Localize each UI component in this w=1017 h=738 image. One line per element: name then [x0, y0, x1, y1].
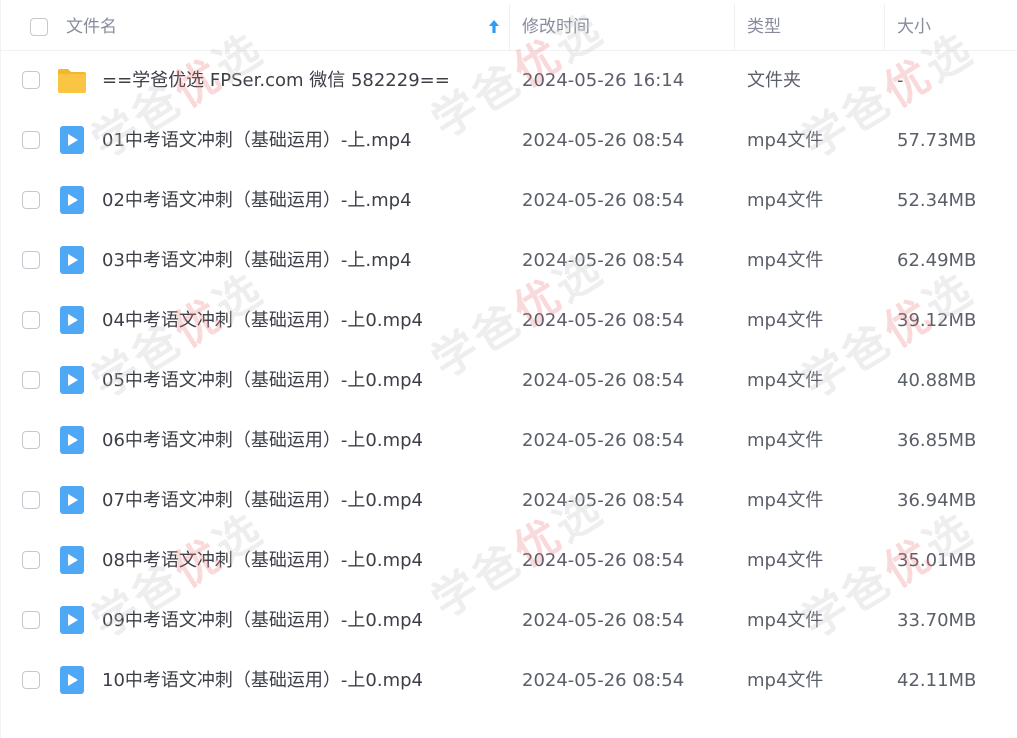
- file-row[interactable]: 04中考语文冲刺（基础运用）-上0.mp4 2024-05-26 08:54 mp4…: [0, 291, 1017, 351]
- column-header: 文件名 修改时间 类型 大小: [0, 0, 1017, 51]
- header-separator: [509, 4, 510, 50]
- file-name[interactable]: 03中考语文冲刺（基础运用）-上.mp4: [102, 231, 412, 291]
- file-row[interactable]: 06中考语文冲刺（基础运用）-上0.mp4 2024-05-26 08:54 mp4…: [0, 411, 1017, 471]
- column-time-header[interactable]: 修改时间: [522, 0, 590, 50]
- modified-time: 2024-05-26 08:54: [522, 490, 685, 511]
- row-checkbox[interactable]: [22, 311, 40, 329]
- video-file-icon: [57, 365, 87, 395]
- modified-time: 2024-05-26 08:54: [522, 370, 685, 391]
- file-type: mp4文件: [747, 610, 824, 631]
- header-separator: [734, 4, 735, 50]
- column-size-header[interactable]: 大小: [897, 0, 931, 50]
- file-row[interactable]: 10中考语文冲刺（基础运用）-上0.mp4 2024-05-26 08:54 mp4…: [0, 651, 1017, 711]
- file-type: mp4文件: [747, 190, 824, 211]
- modified-time: 2024-05-26 08:54: [522, 310, 685, 331]
- file-size: 40.88MB: [897, 370, 977, 391]
- file-name[interactable]: 05中考语文冲刺（基础运用）-上0.mp4: [102, 351, 423, 411]
- header-separator: [884, 4, 885, 50]
- row-checkbox[interactable]: [22, 491, 40, 509]
- modified-time: 2024-05-26 08:54: [522, 610, 685, 631]
- column-type-header[interactable]: 类型: [747, 0, 781, 50]
- column-name-header[interactable]: 文件名: [66, 0, 117, 50]
- file-size: 35.01MB: [897, 550, 977, 571]
- row-checkbox[interactable]: [22, 431, 40, 449]
- video-file-icon: [57, 485, 87, 515]
- file-type: mp4文件: [747, 250, 824, 271]
- file-size: 57.73MB: [897, 130, 977, 151]
- file-name[interactable]: 01中考语文冲刺（基础运用）-上.mp4: [102, 111, 412, 171]
- select-all-checkbox[interactable]: [30, 18, 48, 36]
- file-size: 52.34MB: [897, 190, 977, 211]
- video-file-icon: [57, 605, 87, 635]
- row-checkbox[interactable]: [22, 371, 40, 389]
- modified-time: 2024-05-26 16:14: [522, 70, 685, 91]
- row-checkbox[interactable]: [22, 671, 40, 689]
- file-type: mp4文件: [747, 130, 824, 151]
- video-file-icon: [57, 245, 87, 275]
- file-name[interactable]: ==学爸优选 FPSer.com 微信 582229==: [102, 51, 450, 111]
- file-name[interactable]: 09中考语文冲刺（基础运用）-上0.mp4: [102, 591, 423, 651]
- file-size: 36.94MB: [897, 490, 977, 511]
- file-name[interactable]: 04中考语文冲刺（基础运用）-上0.mp4: [102, 291, 423, 351]
- modified-time: 2024-05-26 08:54: [522, 190, 685, 211]
- modified-time: 2024-05-26 08:54: [522, 550, 685, 571]
- video-file-icon: [57, 125, 87, 155]
- row-checkbox[interactable]: [22, 551, 40, 569]
- file-row[interactable]: 02中考语文冲刺（基础运用）-上.mp4 2024-05-26 08:54 mp4文…: [0, 171, 1017, 231]
- modified-time: 2024-05-26 08:54: [522, 430, 685, 451]
- modified-time: 2024-05-26 08:54: [522, 670, 685, 691]
- video-file-icon: [57, 425, 87, 455]
- file-name[interactable]: 06中考语文冲刺（基础运用）-上0.mp4: [102, 411, 423, 471]
- file-row[interactable]: ==学爸优选 FPSer.com 微信 582229== 2024-05-26 1…: [0, 51, 1017, 111]
- file-row[interactable]: 01中考语文冲刺（基础运用）-上.mp4 2024-05-26 08:54 mp4文…: [0, 111, 1017, 171]
- video-file-icon: [57, 305, 87, 335]
- file-size: 39.12MB: [897, 310, 977, 331]
- row-checkbox[interactable]: [22, 611, 40, 629]
- file-type: mp4文件: [747, 670, 824, 691]
- file-size: 33.70MB: [897, 610, 977, 631]
- file-row[interactable]: 03中考语文冲刺（基础运用）-上.mp4 2024-05-26 08:54 mp4文…: [0, 231, 1017, 291]
- file-name[interactable]: 10中考语文冲刺（基础运用）-上0.mp4: [102, 651, 423, 711]
- file-type: mp4文件: [747, 430, 824, 451]
- file-type: mp4文件: [747, 490, 824, 511]
- modified-time: 2024-05-26 08:54: [522, 130, 685, 151]
- row-checkbox[interactable]: [22, 251, 40, 269]
- modified-time: 2024-05-26 08:54: [522, 250, 685, 271]
- row-checkbox[interactable]: [22, 71, 40, 89]
- file-list: ==学爸优选 FPSer.com 微信 582229== 2024-05-26 1…: [0, 51, 1017, 711]
- file-name[interactable]: 02中考语文冲刺（基础运用）-上.mp4: [102, 171, 412, 231]
- video-file-icon: [57, 665, 87, 695]
- file-row[interactable]: 07中考语文冲刺（基础运用）-上0.mp4 2024-05-26 08:54 mp4…: [0, 471, 1017, 531]
- file-size: 42.11MB: [897, 670, 977, 691]
- file-list-window: 文件名 修改时间 类型 大小 ==学爸优选 FPSer.com 微信 58222…: [0, 0, 1017, 738]
- file-size: 36.85MB: [897, 430, 977, 451]
- sort-arrow-up-icon[interactable]: [487, 19, 501, 35]
- file-size: -: [897, 70, 904, 91]
- file-type: 文件夹: [747, 70, 801, 91]
- file-type: mp4文件: [747, 310, 824, 331]
- file-row[interactable]: 08中考语文冲刺（基础运用）-上0.mp4 2024-05-26 08:54 mp4…: [0, 531, 1017, 591]
- file-name[interactable]: 08中考语文冲刺（基础运用）-上0.mp4: [102, 531, 423, 591]
- file-size: 62.49MB: [897, 250, 977, 271]
- file-type: mp4文件: [747, 370, 824, 391]
- video-file-icon: [57, 185, 87, 215]
- video-file-icon: [57, 545, 87, 575]
- file-row[interactable]: 09中考语文冲刺（基础运用）-上0.mp4 2024-05-26 08:54 mp4…: [0, 591, 1017, 651]
- file-type: mp4文件: [747, 550, 824, 571]
- file-name[interactable]: 07中考语文冲刺（基础运用）-上0.mp4: [102, 471, 423, 531]
- file-row[interactable]: 05中考语文冲刺（基础运用）-上0.mp4 2024-05-26 08:54 mp4…: [0, 351, 1017, 411]
- row-checkbox[interactable]: [22, 131, 40, 149]
- row-checkbox[interactable]: [22, 191, 40, 209]
- folder-icon: [57, 65, 87, 95]
